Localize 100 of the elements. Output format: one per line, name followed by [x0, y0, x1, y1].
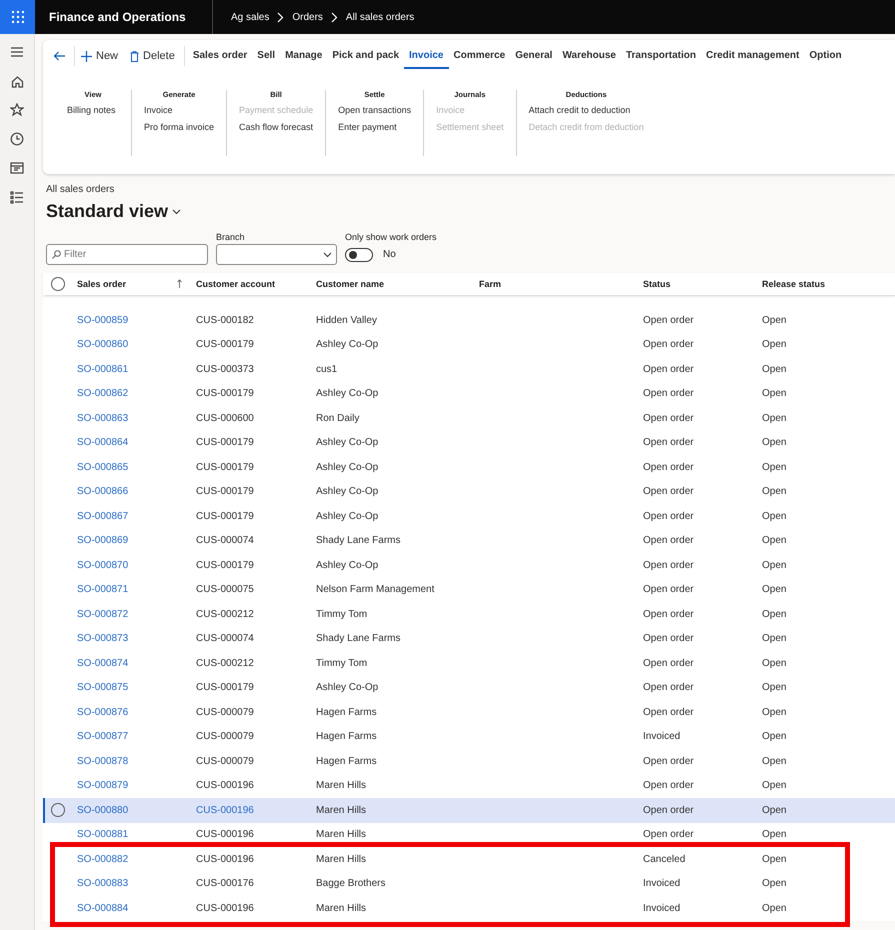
ribbon-tab[interactable]: Invoice: [404, 44, 448, 68]
table-row[interactable]: SO-000869 CUS-000074 Shady Lane Farms Open order Open: [43, 528, 895, 553]
table-row[interactable]: SO-000867 CUS-000179 Ashley Co-Op Open order Open: [43, 504, 895, 528]
new-button[interactable]: New: [75, 46, 124, 66]
table-cell-text: Open: [762, 486, 788, 498]
table-cell-text: Open: [762, 608, 788, 620]
table-cell-text: Open order: [643, 437, 695, 448]
sales-order-link[interactable]: SO-000860: [77, 339, 128, 350]
sales-order-link[interactable]: SO-000881: [77, 829, 128, 840]
ribbon-tab[interactable]: Option: [804, 44, 847, 68]
column-header[interactable]: Sales order: [77, 279, 126, 289]
sales-order-link[interactable]: SO-000884: [77, 902, 128, 914]
table-row[interactable]: SO-000863 CUS-000600 Ron Daily Open order Open: [43, 406, 895, 430]
table-cell-text: CUS-000196: [196, 829, 255, 840]
sales-order-link[interactable]: SO-000883: [77, 878, 128, 890]
sales-order-link[interactable]: SO-000861: [77, 364, 128, 375]
ribbon-tab[interactable]: Sales order: [188, 44, 252, 68]
delete-button[interactable]: Delete: [124, 46, 181, 66]
sales-order-link[interactable]: SO-000873: [77, 633, 128, 644]
sales-order-link[interactable]: SO-000875: [77, 682, 128, 694]
table-row[interactable]: SO-000881 CUS-000196 Maren Hills Open order Open: [43, 822, 895, 847]
ribbon-tab[interactable]: Transportation: [620, 44, 701, 68]
table-cell-text: Shady Lane Farms: [316, 633, 402, 644]
ribbon-tab[interactable]: Commerce: [448, 44, 510, 68]
sales-order-link[interactable]: SO-000864: [77, 437, 128, 448]
column-header[interactable]: Customer name: [316, 279, 479, 289]
ribbon-action[interactable]: Cash flow forecast: [235, 122, 318, 132]
sales-order-link[interactable]: SO-000874: [77, 658, 128, 669]
work-orders-toggle[interactable]: [345, 248, 373, 262]
ribbon-tab[interactable]: Credit management: [701, 44, 804, 68]
sales-order-link[interactable]: SO-000870: [77, 560, 128, 571]
table-row[interactable]: SO-000884 CUS-000196 Maren Hills Invoiced Open: [43, 896, 895, 920]
table-row[interactable]: SO-000874 CUS-000212 Timmy Tom Open order Open: [43, 651, 895, 676]
table-row[interactable]: SO-000859 CUS-000182 Hidden Valley Open order Open: [43, 308, 895, 332]
table-cell-text: Open: [762, 314, 788, 326]
table-row[interactable]: SO-000879 CUS-000196 Maren Hills Open order Open: [43, 774, 895, 798]
sales-order-link[interactable]: SO-000876: [77, 706, 128, 718]
table-row[interactable]: SO-000877 CUS-000079 Hagen Farms Invoiced Open: [43, 724, 895, 749]
ribbon-tab[interactable]: Warehouse: [557, 44, 621, 68]
breadcrumb-link[interactable]: Ag sales: [231, 12, 270, 22]
ribbon-tab[interactable]: Sell: [252, 44, 280, 68]
ribbon-tab[interactable]: Pick and pack: [327, 44, 404, 68]
sales-order-link[interactable]: SO-000865: [77, 462, 128, 473]
table-row[interactable]: SO-000880 CUS-000196 Maren Hills Open order Open: [43, 798, 895, 822]
sales-order-link[interactable]: SO-000866: [77, 486, 128, 498]
table-row[interactable]: SO-000864 CUS-000179 Ashley Co-Op Open order Open: [43, 430, 895, 455]
sales-order-link[interactable]: SO-000880: [77, 804, 128, 816]
waffle-icon: [12, 11, 24, 23]
table-row[interactable]: SO-000862 CUS-000179 Ashley Co-Op Open order Open: [43, 382, 895, 406]
customer-account-link[interactable]: CUS-000196: [196, 804, 254, 816]
ribbon-action[interactable]: Enter payment: [334, 122, 416, 132]
ribbon-action[interactable]: Invoice: [140, 105, 218, 115]
table-row[interactable]: SO-000876 CUS-000079 Hagen Farms Open order Open: [43, 700, 895, 724]
table-cell-text: Hagen Farms: [316, 731, 378, 742]
table-cell-text: Open: [762, 535, 788, 546]
sales-order-link[interactable]: SO-000869: [77, 535, 128, 546]
ribbon-action[interactable]: Pro forma invoice: [140, 122, 218, 132]
table-cell-text: CUS-000196: [196, 902, 255, 914]
ribbon-tab[interactable]: General: [510, 44, 558, 68]
table-row[interactable]: SO-000875 CUS-000179 Ashley Co-Op Open order Open: [43, 676, 895, 700]
back-button[interactable]: [51, 46, 75, 66]
table-cell-text: Open order: [643, 388, 695, 400]
ribbon-action[interactable]: Open transactions: [334, 105, 416, 115]
table-row[interactable]: SO-000871 CUS-000075 Nelson Farm Management Open order Open: [43, 578, 895, 602]
sales-order-link[interactable]: SO-000878: [77, 756, 128, 767]
table-row[interactable]: SO-000861 CUS-000373 cus1 Open order Open: [43, 357, 895, 382]
app-launcher-button[interactable]: [0, 0, 35, 34]
table-row[interactable]: SO-000870 CUS-000179 Ashley Co-Op Open order Open: [43, 553, 895, 578]
sales-order-link[interactable]: SO-000859: [77, 314, 128, 326]
branch-dropdown[interactable]: [216, 244, 337, 265]
table-row[interactable]: SO-000883 CUS-000176 Bagge Brothers Invoiced Open: [43, 872, 895, 896]
breadcrumb-link[interactable]: All sales orders: [346, 12, 414, 22]
table-row[interactable]: SO-000882 CUS-000196 Maren Hills Canceled Open: [43, 847, 895, 872]
ribbon-action[interactable]: Attach credit to deduction: [524, 105, 648, 115]
sales-order-link[interactable]: SO-000862: [77, 388, 128, 400]
column-header[interactable]: Customer account: [196, 279, 316, 289]
column-header[interactable]: Status: [643, 279, 762, 289]
row-select-radio[interactable]: [51, 803, 65, 818]
table-row[interactable]: SO-000860 CUS-000179 Ashley Co-Op Open order Open: [43, 332, 895, 357]
column-header[interactable]: Release status: [762, 279, 895, 289]
sales-order-link[interactable]: SO-000882: [77, 854, 128, 865]
table-row[interactable]: SO-000873 CUS-000074 Shady Lane Farms Open order Open: [43, 626, 895, 651]
sales-order-link[interactable]: SO-000877: [77, 731, 128, 742]
filter-field[interactable]: Filter: [46, 244, 208, 265]
table-row[interactable]: SO-000872 CUS-000212 Timmy Tom Open order Open: [43, 602, 895, 626]
sales-order-link[interactable]: SO-000871: [77, 584, 128, 596]
sales-order-link[interactable]: SO-000879: [77, 780, 128, 792]
sales-order-link[interactable]: SO-000872: [77, 608, 128, 620]
table-row[interactable]: SO-000865 CUS-000179 Ashley Co-Op Open order Open: [43, 455, 895, 480]
select-all-radio[interactable]: [51, 277, 65, 291]
sales-order-link[interactable]: SO-000863: [77, 412, 128, 424]
ribbon-tab[interactable]: Manage: [280, 44, 328, 68]
table-cell-text: Open order: [643, 682, 695, 694]
sales-order-link[interactable]: SO-000867: [77, 510, 128, 522]
table-row[interactable]: SO-000866 CUS-000179 Ashley Co-Op Open order Open: [43, 480, 895, 504]
breadcrumb-link[interactable]: Orders: [292, 12, 323, 22]
table-cell-text: Maren Hills: [316, 780, 368, 792]
table-row[interactable]: SO-000878 CUS-000079 Hagen Farms Open order Open: [43, 749, 895, 774]
column-header[interactable]: Farm: [479, 279, 643, 289]
ribbon-action[interactable]: Billing notes: [63, 105, 123, 115]
